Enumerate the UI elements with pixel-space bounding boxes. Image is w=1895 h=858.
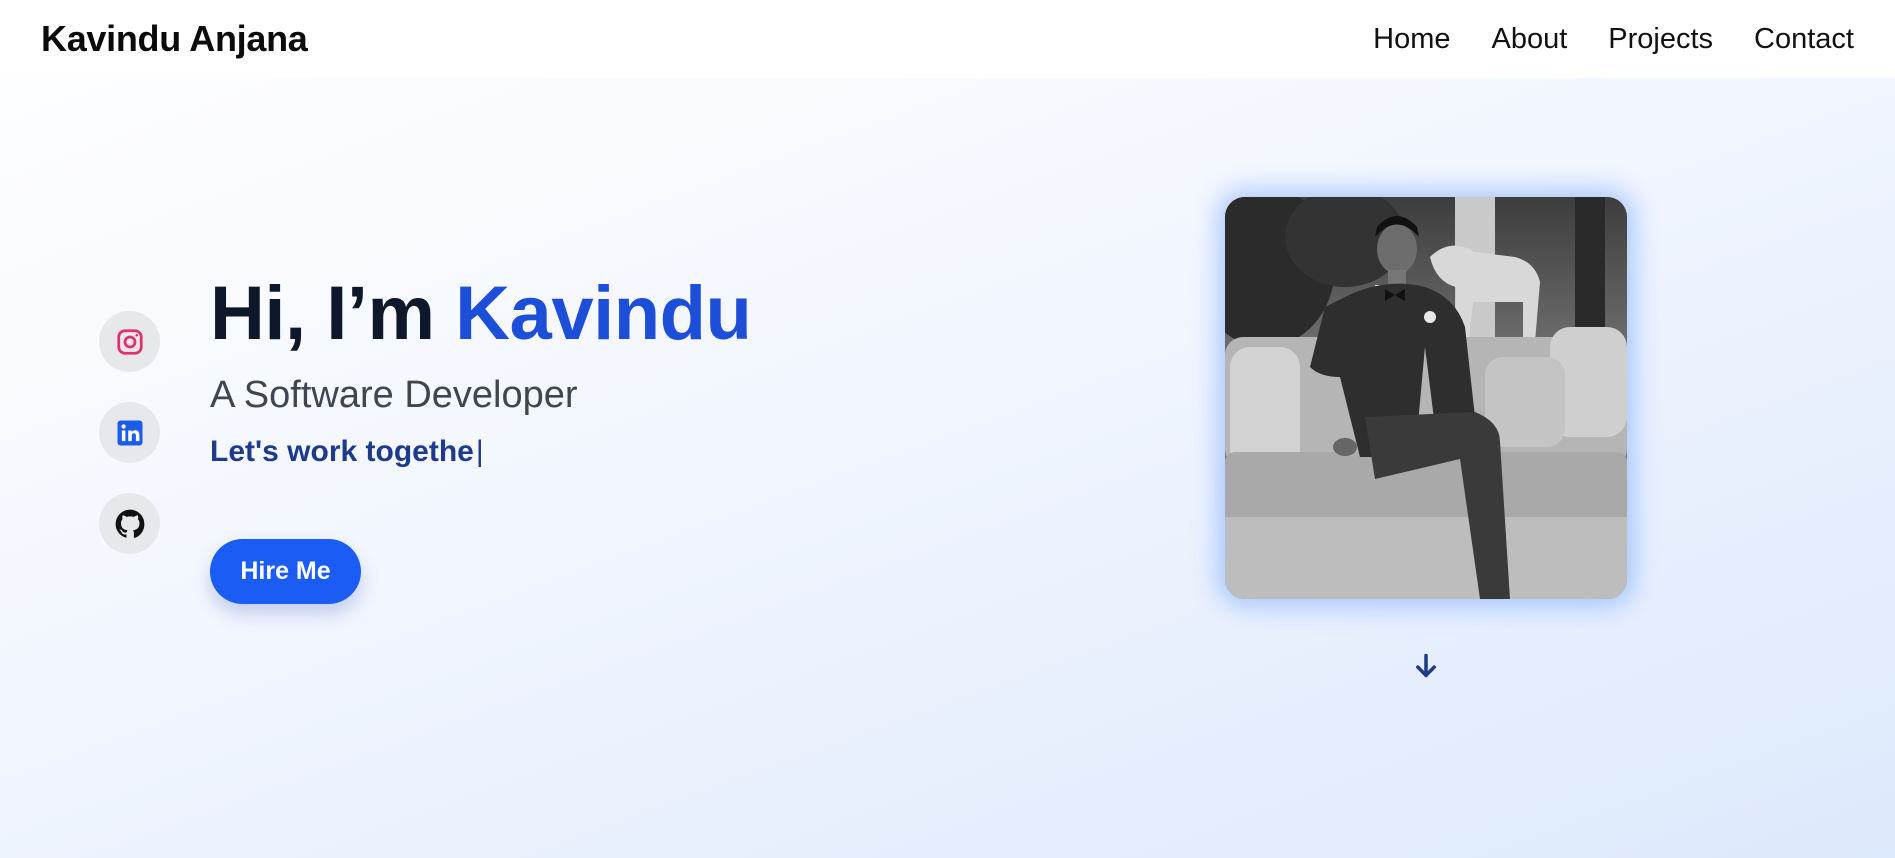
- social-links: [99, 311, 160, 554]
- arrow-down-icon: [1416, 653, 1436, 678]
- nav-link-projects[interactable]: Projects: [1608, 23, 1713, 56]
- brand-name[interactable]: Kavindu Anjana: [41, 18, 308, 60]
- nav-links: Home About Projects Contact: [1373, 23, 1854, 56]
- profile-photo: [1225, 197, 1627, 599]
- github-icon: [115, 509, 144, 538]
- linkedin-icon: [117, 420, 142, 445]
- hero-text: Hi, I’m Kavindu A Software Developer Let…: [210, 271, 752, 469]
- nav-link-contact[interactable]: Contact: [1754, 23, 1854, 56]
- navbar: Kavindu Anjana Home About Projects Conta…: [0, 0, 1895, 78]
- scroll-down-button[interactable]: [1410, 650, 1442, 682]
- hero-title: Hi, I’m Kavindu: [210, 271, 752, 356]
- typing-text-line: Let's work togethe|: [210, 435, 751, 469]
- hero-name: Kavindu: [455, 271, 752, 356]
- hero-greeting: Hi, I’m: [210, 271, 435, 356]
- github-button[interactable]: [99, 493, 160, 554]
- hire-me-button[interactable]: Hire Me: [210, 539, 361, 604]
- typing-text: Let's work togethe: [210, 434, 474, 468]
- nav-link-about[interactable]: About: [1491, 23, 1567, 56]
- hero-subtitle: A Software Developer: [210, 373, 578, 416]
- instagram-button[interactable]: [99, 311, 160, 372]
- instagram-icon: [116, 328, 143, 355]
- typing-cursor: |: [475, 434, 484, 468]
- nav-link-home[interactable]: Home: [1373, 23, 1450, 56]
- linkedin-button[interactable]: [99, 402, 160, 463]
